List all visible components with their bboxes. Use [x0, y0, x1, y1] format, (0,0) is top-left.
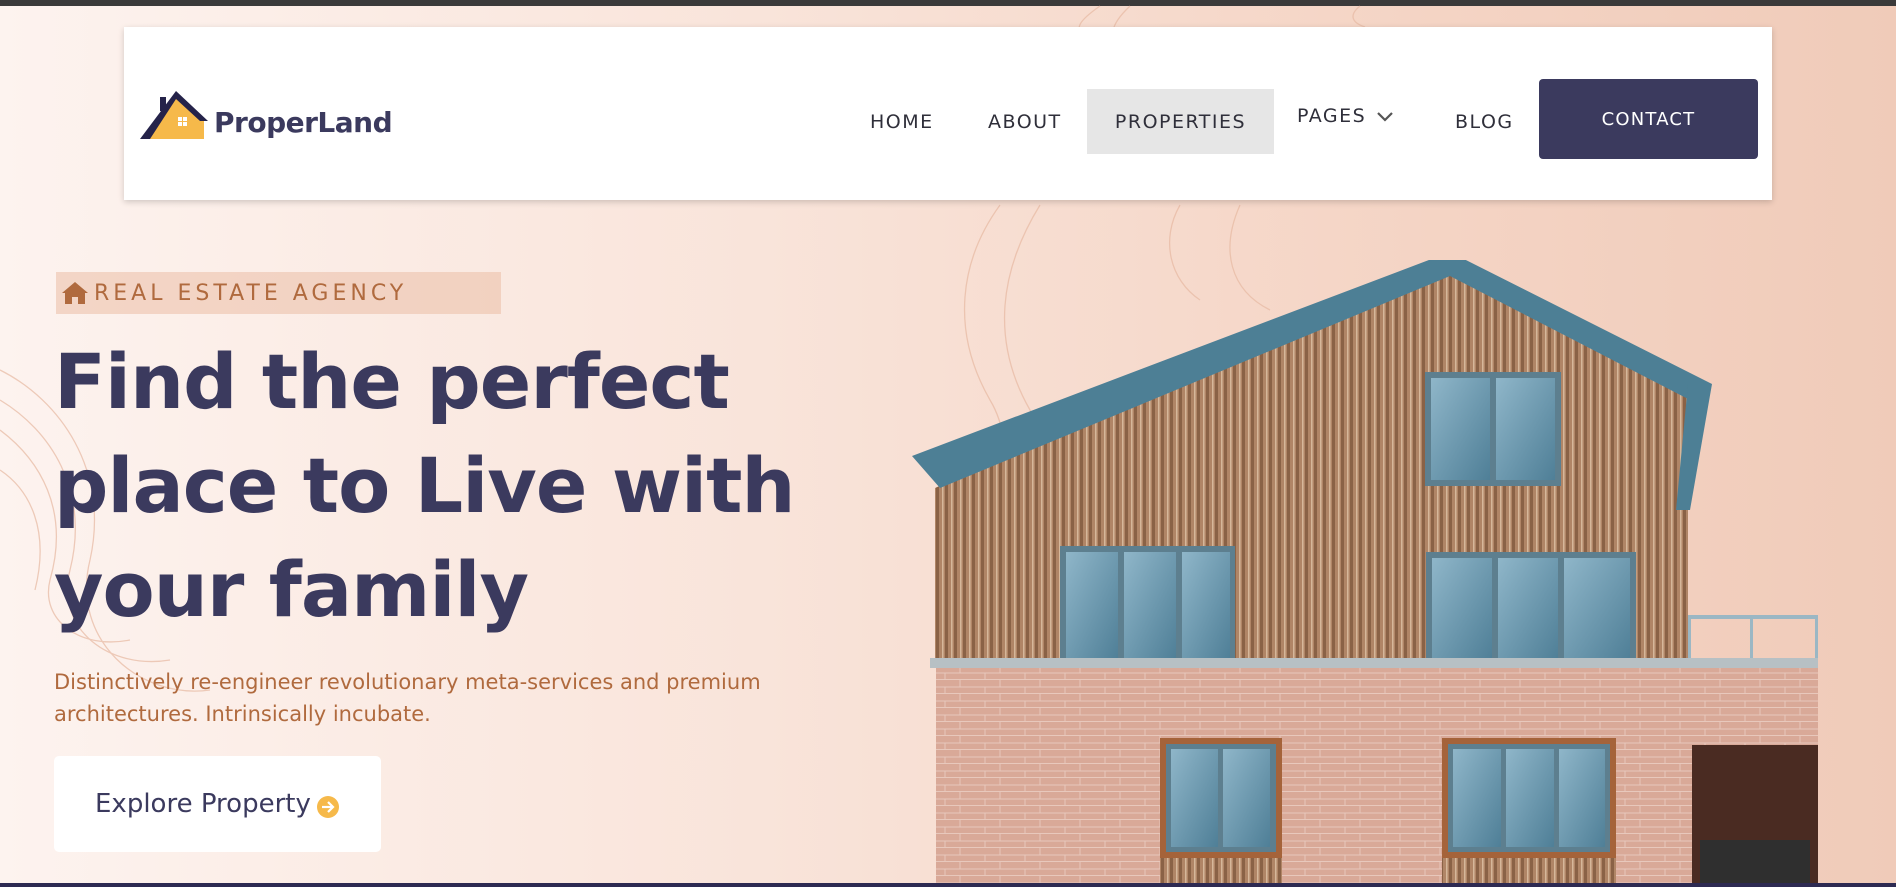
nav-home[interactable]: HOME: [870, 89, 934, 154]
browser-bottom-edge: [0, 883, 1896, 887]
browser-top-edge: [0, 0, 1896, 6]
nav-blog[interactable]: BLOG: [1455, 89, 1514, 154]
hero-description: Distinctively re-engineer revolutionary …: [54, 670, 761, 726]
nav-properties[interactable]: PROPERTIES: [1087, 89, 1274, 154]
home-icon: [62, 282, 88, 304]
nav-pages-label: PAGES: [1297, 104, 1367, 127]
house-logo-icon: [140, 91, 208, 139]
brand-logo[interactable]: ProperLand: [138, 87, 393, 141]
navbar: ProperLand HOME ABOUT PROPERTIES PAGES B…: [124, 27, 1772, 200]
nav-pages-dropdown[interactable]: PAGES: [1297, 83, 1394, 148]
hero-title-line-3: your family: [54, 545, 529, 634]
tagline-badge: REAL ESTATE AGENCY: [56, 272, 501, 314]
nav-about[interactable]: ABOUT: [988, 89, 1062, 154]
house-photo: [912, 260, 1818, 887]
contact-button[interactable]: CONTACT: [1539, 79, 1758, 159]
arrow-right-circle-icon: [316, 796, 339, 818]
explore-property-button[interactable]: Explore Property: [54, 756, 381, 852]
explore-property-label: Explore Property: [95, 789, 311, 819]
hero-title-line-2: place to Live with: [54, 441, 796, 530]
hero-title-line-1: Find the perfect: [54, 337, 730, 426]
tagline-text: REAL ESTATE AGENCY: [94, 280, 408, 306]
hero-title: Find the perfect place to Live with your…: [54, 330, 814, 642]
chevron-down-icon: [1377, 111, 1393, 122]
brand-name: ProperLand: [214, 106, 393, 139]
